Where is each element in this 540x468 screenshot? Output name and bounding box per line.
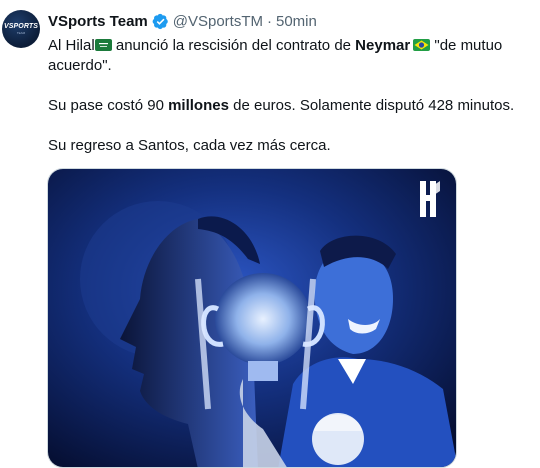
verified-badge-icon[interactable] xyxy=(152,13,169,30)
tweet-header: VSports Team @VSportsTM · 50min xyxy=(48,11,317,31)
avatar-subtext: TEAM xyxy=(16,31,26,35)
text-neymar: Neymar xyxy=(355,37,411,54)
avatar-text: VSPORTS xyxy=(3,23,39,30)
text-segment: Su regreso a Santos, cada vez más cerca. xyxy=(48,137,331,154)
tweet-text: Al Hilal anunció la rescisión del contra… xyxy=(48,36,533,156)
text-al-hilal: Al Hilal xyxy=(48,37,95,54)
timestamp[interactable]: 50min xyxy=(276,13,317,30)
brazil-flag-icon xyxy=(413,39,431,51)
saudi-arabia-flag-icon xyxy=(94,39,112,51)
text-segment: de euros. Solamente disputó 428 minutos. xyxy=(228,97,515,114)
tweet-paragraph-1: Al Hilal anunció la rescisión del contra… xyxy=(48,36,533,76)
text-millones: millones xyxy=(168,97,229,114)
text-segment: Su pase costó 90 xyxy=(48,97,169,114)
tweet-media-image[interactable] xyxy=(47,168,457,468)
display-name[interactable]: VSports Team xyxy=(48,13,148,30)
avatar[interactable]: VSPORTS TEAM xyxy=(2,10,40,48)
handle[interactable]: @VSportsTM xyxy=(173,13,263,30)
separator: · xyxy=(267,12,272,30)
text-segment: anunció la rescisión del contrato de xyxy=(111,37,356,54)
tweet-paragraph-3: Su regreso a Santos, cada vez más cerca. xyxy=(48,136,533,156)
tweet-paragraph-2: Su pase costó 90 millones de euros. Sola… xyxy=(48,96,533,116)
